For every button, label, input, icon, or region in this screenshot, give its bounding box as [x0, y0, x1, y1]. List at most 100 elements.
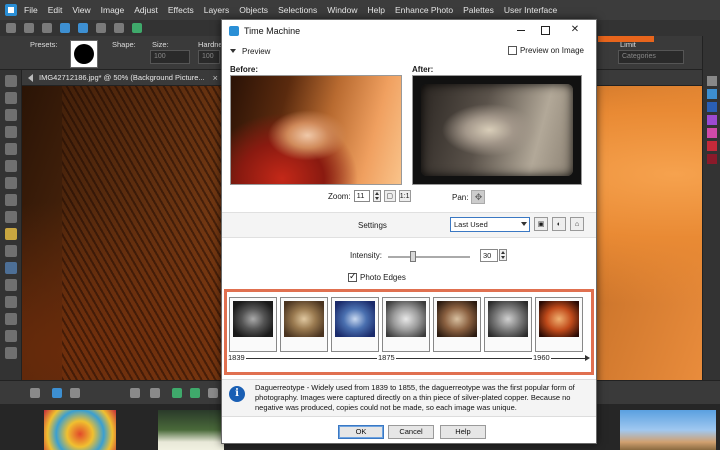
era-daguerreotype[interactable] — [229, 297, 277, 352]
help-button[interactable]: Help — [440, 425, 486, 439]
menu-window[interactable]: Window — [327, 5, 357, 15]
zoom-stepper[interactable] — [372, 190, 381, 202]
rating-icon[interactable] — [208, 388, 218, 398]
open-file-icon[interactable] — [24, 23, 34, 33]
preview-on-image-option[interactable]: Preview on Image — [507, 46, 584, 55]
era-cross-process[interactable] — [535, 297, 583, 352]
swatch[interactable] — [706, 89, 717, 99]
paint-brush-tool-icon[interactable] — [4, 228, 17, 240]
selection-tool-icon[interactable] — [4, 109, 17, 121]
manage-presets-icon[interactable]: ⌂ — [570, 217, 584, 231]
menu-selections[interactable]: Selections — [278, 5, 317, 15]
dropper-tool-icon[interactable] — [4, 126, 17, 138]
intensity-stepper[interactable] — [499, 249, 507, 261]
share-icon[interactable] — [60, 23, 70, 33]
minimize-icon[interactable] — [514, 23, 528, 37]
new-file-icon[interactable] — [6, 23, 16, 33]
ok-button[interactable]: OK — [338, 425, 384, 439]
enhance-icon[interactable] — [132, 23, 142, 33]
view-icon[interactable] — [52, 388, 62, 398]
swatch[interactable] — [706, 102, 717, 112]
maximize-icon[interactable] — [538, 23, 552, 37]
menu-edit[interactable]: Edit — [48, 5, 63, 15]
menu-user-interface[interactable]: User Interface — [504, 5, 557, 15]
preview-on-image-checkbox[interactable] — [507, 46, 517, 55]
thumbnail[interactable] — [44, 410, 116, 450]
retouch-tool-icon[interactable] — [4, 262, 17, 274]
save-icon[interactable] — [42, 23, 52, 33]
zoom-to-fit-icon[interactable]: ▢ — [383, 190, 396, 202]
size-field[interactable]: 100 — [150, 50, 190, 64]
cancel-button[interactable]: Cancel — [388, 425, 434, 439]
crop-icon[interactable] — [78, 23, 88, 33]
undo-icon[interactable] — [96, 23, 106, 33]
menu-enhance-photo[interactable]: Enhance Photo — [395, 5, 453, 15]
menu-image[interactable]: Image — [101, 5, 125, 15]
menu-effects[interactable]: Effects — [168, 5, 194, 15]
pick-tool-icon[interactable] — [4, 92, 17, 104]
clone-tool-icon[interactable] — [4, 194, 17, 206]
redo-icon[interactable] — [114, 23, 124, 33]
era-albumen[interactable] — [280, 297, 328, 352]
thumbnail[interactable] — [158, 410, 224, 450]
photo-edges-checkbox[interactable] — [348, 271, 357, 282]
rotate-right-icon[interactable] — [190, 388, 200, 398]
menu-objects[interactable]: Objects — [239, 5, 268, 15]
zoom-field[interactable]: 11 — [353, 190, 370, 202]
photo-edges-option[interactable]: Photo Edges — [348, 271, 406, 282]
eraser-tool-icon[interactable] — [4, 211, 17, 223]
thumbnail[interactable] — [620, 410, 716, 450]
zoom-actual-icon[interactable]: 1:1 — [398, 190, 411, 202]
swatch[interactable] — [706, 76, 717, 86]
active-workspace-tab[interactable] — [598, 36, 654, 42]
close-icon[interactable]: ✕ — [568, 23, 582, 37]
intensity-slider-thumb[interactable] — [409, 251, 416, 262]
shape-tool-icon[interactable] — [4, 313, 17, 325]
menu-layers[interactable]: Layers — [204, 5, 230, 15]
era-platinum[interactable] — [382, 297, 430, 352]
text-tool-icon[interactable] — [4, 296, 17, 308]
swatch[interactable] — [706, 128, 717, 138]
close-document-icon[interactable]: × — [213, 73, 218, 83]
save-preset-icon[interactable]: ▣ — [534, 217, 548, 231]
brush-shape-preview[interactable] — [70, 40, 98, 68]
warp-tool-icon[interactable] — [4, 347, 17, 359]
intensity-slider-track[interactable] — [388, 256, 470, 258]
intensity-label: Intensity: — [350, 251, 383, 260]
swatch[interactable] — [706, 141, 717, 151]
fill-tool-icon[interactable] — [4, 245, 17, 257]
settings-bar: Settings Last Used ▣ ◐ ⌂ — [222, 212, 596, 238]
era-box-camera[interactable] — [484, 297, 532, 352]
tab-scroll-left-icon[interactable] — [28, 73, 33, 82]
menu-palettes[interactable]: Palettes — [463, 5, 494, 15]
after-preview[interactable] — [412, 75, 582, 185]
straighten-tool-icon[interactable] — [4, 160, 17, 172]
swatch[interactable] — [706, 115, 717, 125]
people-icon[interactable] — [130, 388, 140, 398]
menu-adjust[interactable]: Adjust — [134, 5, 158, 15]
pan-tool-icon[interactable] — [4, 75, 17, 87]
limit-select[interactable]: Categories — [618, 50, 684, 64]
pan-move-icon[interactable]: ✥ — [471, 190, 486, 204]
tag-icon[interactable] — [70, 388, 80, 398]
dialog-title: Time Machine — [244, 26, 301, 36]
menu-help[interactable]: Help — [368, 5, 385, 15]
intensity-field[interactable]: 30 — [480, 249, 498, 262]
red-eye-tool-icon[interactable] — [4, 177, 17, 189]
before-preview[interactable] — [230, 75, 402, 185]
picture-tube-tool-icon[interactable] — [4, 279, 17, 291]
era-autochrome[interactable] — [433, 297, 481, 352]
era-cyanotype[interactable] — [331, 297, 379, 352]
rotate-left-icon[interactable] — [172, 388, 182, 398]
pan-label: Pan: — [452, 192, 469, 202]
organizer-icon[interactable] — [30, 388, 40, 398]
reset-preset-icon[interactable]: ◐ — [552, 217, 566, 231]
menu-view[interactable]: View — [72, 5, 90, 15]
hardness-field[interactable]: 100 — [198, 50, 220, 64]
settings-preset-select[interactable]: Last Used — [450, 217, 530, 232]
pen-tool-icon[interactable] — [4, 330, 17, 342]
menu-file[interactable]: File — [24, 5, 38, 15]
crop-tool-icon[interactable] — [4, 143, 17, 155]
swatch[interactable] — [706, 154, 717, 164]
map-icon[interactable] — [150, 388, 160, 398]
